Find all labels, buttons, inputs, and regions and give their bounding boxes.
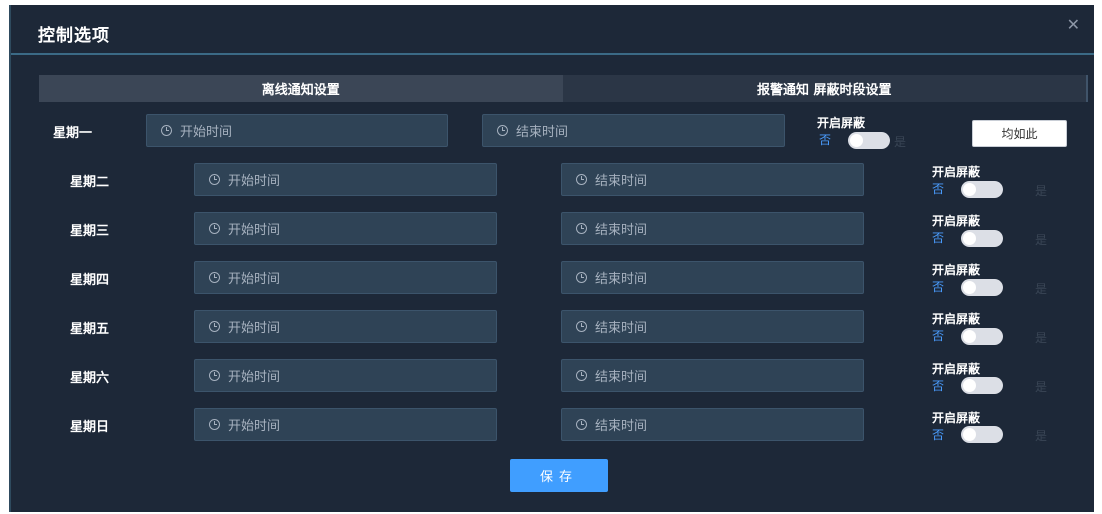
shield-toggle-label: 开启屏蔽 (932, 165, 981, 179)
start-time-placeholder: 开始时间 (228, 370, 281, 385)
day-label-saturday: 星期六 (70, 371, 110, 386)
clock-icon (576, 419, 587, 430)
start-time-placeholder: 开始时间 (228, 321, 281, 336)
shield-toggle-label: 开启屏蔽 (817, 116, 866, 130)
end-time-placeholder: 结束时间 (595, 174, 648, 189)
clock-icon (209, 272, 220, 283)
shield-toggle-label: 开启屏蔽 (932, 411, 981, 425)
toggle-knob (963, 281, 976, 294)
start-time-input-monday[interactable]: 开始时间 (146, 114, 448, 147)
clock-icon (209, 419, 220, 430)
day-label-thursday: 星期四 (70, 273, 110, 288)
shield-toggle-friday[interactable] (961, 328, 1003, 345)
toggle-on-label: 是 (1035, 380, 1048, 394)
save-button[interactable]: 保存 (510, 459, 608, 492)
clock-icon (576, 272, 587, 283)
shield-toggle-monday[interactable] (848, 132, 890, 149)
clock-icon (497, 125, 508, 136)
day-label-sunday: 星期日 (70, 420, 110, 435)
start-time-input-friday[interactable]: 开始时间 (194, 310, 497, 343)
shield-toggle-sunday[interactable] (961, 426, 1003, 443)
clock-icon (576, 321, 587, 332)
dialog-header: 控制选项 ✕ (11, 5, 1094, 55)
end-time-placeholder: 结束时间 (516, 125, 569, 140)
toggle-on-label: 是 (1035, 429, 1048, 443)
clock-icon (161, 125, 172, 136)
toggle-on-label: 是 (1035, 331, 1048, 345)
start-time-input-saturday[interactable]: 开始时间 (194, 359, 497, 392)
close-icon[interactable]: ✕ (1067, 15, 1080, 34)
clock-icon (576, 174, 587, 185)
shield-toggle-tuesday[interactable] (961, 181, 1003, 198)
end-time-input-monday[interactable]: 结束时间 (482, 114, 785, 147)
toggle-knob (963, 183, 976, 196)
end-time-placeholder: 结束时间 (595, 272, 648, 287)
end-time-placeholder: 结束时间 (595, 370, 648, 385)
toggle-on-label: 是 (1035, 282, 1048, 296)
clock-icon (209, 321, 220, 332)
end-time-placeholder: 结束时间 (595, 321, 648, 336)
end-time-input-tuesday[interactable]: 结束时间 (561, 163, 864, 196)
shield-toggle-label: 开启屏蔽 (932, 312, 981, 326)
shield-toggle-saturday[interactable] (961, 377, 1003, 394)
toggle-on-label: 是 (894, 135, 907, 149)
shield-toggle-wednesday[interactable] (961, 230, 1003, 247)
toggle-knob (850, 134, 863, 147)
clock-icon (209, 370, 220, 381)
start-time-input-thursday[interactable]: 开始时间 (194, 261, 497, 294)
clock-icon (209, 174, 220, 185)
start-time-placeholder: 开始时间 (228, 272, 281, 287)
start-time-input-tuesday[interactable]: 开始时间 (194, 163, 497, 196)
clock-icon (576, 370, 587, 381)
toggle-knob (963, 428, 976, 441)
toggle-knob (963, 232, 976, 245)
tab-bar: 离线通知设置 报警通知 屏蔽时段设置 (39, 75, 1088, 102)
toggle-on-label: 是 (1035, 184, 1048, 198)
clock-icon (209, 223, 220, 234)
start-time-placeholder: 开始时间 (180, 125, 233, 140)
start-time-placeholder: 开始时间 (228, 174, 281, 189)
tab-offline-notification[interactable]: 离线通知设置 (39, 75, 563, 102)
day-label-tuesday: 星期二 (70, 175, 110, 190)
toggle-off-label: 否 (932, 280, 945, 294)
end-time-input-thursday[interactable]: 结束时间 (561, 261, 864, 294)
clock-icon (576, 223, 587, 234)
end-time-placeholder: 结束时间 (595, 223, 648, 238)
day-label-monday: 星期一 (53, 126, 93, 141)
toggle-off-label: 否 (932, 329, 945, 343)
tab-alarm-shield-period[interactable]: 报警通知 屏蔽时段设置 (563, 75, 1087, 102)
start-time-input-sunday[interactable]: 开始时间 (194, 408, 497, 441)
toggle-off-label: 否 (932, 182, 945, 196)
toggle-off-label: 否 (932, 428, 945, 442)
end-time-input-saturday[interactable]: 结束时间 (561, 359, 864, 392)
toggle-off-label: 否 (932, 231, 945, 245)
toggle-off-label: 否 (819, 133, 832, 147)
start-time-placeholder: 开始时间 (228, 223, 281, 238)
start-time-input-wednesday[interactable]: 开始时间 (194, 212, 497, 245)
apply-to-all-button[interactable]: 均如此 (972, 120, 1067, 147)
end-time-placeholder: 结束时间 (595, 419, 648, 434)
start-time-placeholder: 开始时间 (228, 419, 281, 434)
control-options-dialog: 控制选项 ✕ 离线通知设置 报警通知 屏蔽时段设置 星期一 开始时间 结束时间 … (9, 5, 1094, 512)
shield-toggle-label: 开启屏蔽 (932, 263, 981, 277)
toggle-on-label: 是 (1035, 233, 1048, 247)
end-time-input-wednesday[interactable]: 结束时间 (561, 212, 864, 245)
shield-toggle-label: 开启屏蔽 (932, 214, 981, 228)
dialog-title: 控制选项 (38, 26, 110, 46)
shield-toggle-thursday[interactable] (961, 279, 1003, 296)
toggle-knob (963, 330, 976, 343)
end-time-input-sunday[interactable]: 结束时间 (561, 408, 864, 441)
toggle-knob (963, 379, 976, 392)
toggle-off-label: 否 (932, 379, 945, 393)
end-time-input-friday[interactable]: 结束时间 (561, 310, 864, 343)
shield-toggle-label: 开启屏蔽 (932, 362, 981, 376)
day-label-friday: 星期五 (70, 322, 110, 337)
day-label-wednesday: 星期三 (70, 224, 110, 239)
